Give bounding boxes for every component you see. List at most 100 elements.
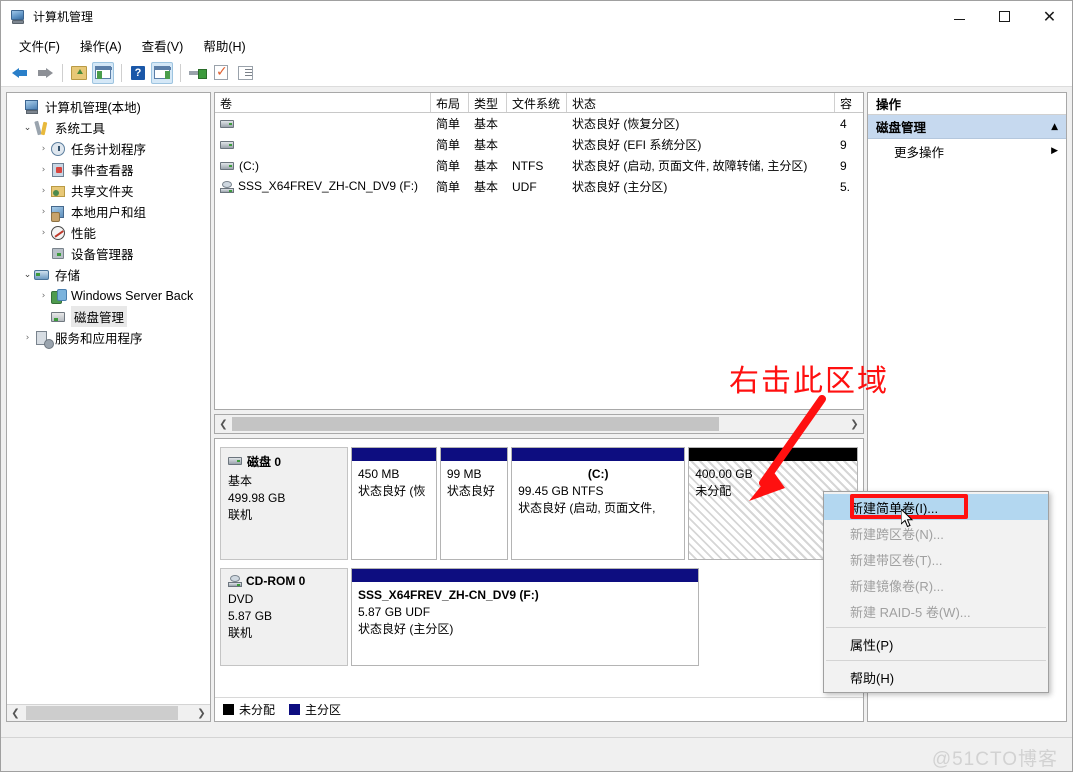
context-menu-separator (826, 660, 1046, 661)
menu-action[interactable]: 操作(A) (70, 33, 132, 58)
actions-group-disk-management[interactable]: 磁盘管理 ▲ (868, 115, 1066, 139)
chevron-right-icon[interactable]: › (37, 165, 50, 175)
tree-item-services-and-applications[interactable]: › 服务和应用程序 (7, 327, 210, 349)
action-label: 更多操作 (894, 145, 945, 160)
scrollbar-track[interactable] (24, 705, 193, 721)
list-view-icon[interactable] (234, 62, 256, 84)
maximize-button[interactable] (982, 1, 1027, 32)
scroll-right-icon[interactable]: ❯ (846, 416, 863, 432)
chevron-right-icon[interactable]: › (37, 186, 50, 196)
context-menu-item-help[interactable]: 帮助(H) (824, 664, 1048, 690)
tree-item-label: 系统工具 (55, 122, 106, 136)
show-console-tree-icon[interactable] (92, 61, 114, 84)
partition-efi[interactable]: 99 MB 状态良好 (439, 447, 509, 560)
tree-item-device-manager[interactable]: 设备管理器 (7, 243, 210, 264)
partition-body: (C:) 99.45 GB NTFS 状态良好 (启动, 页面文件, (512, 461, 684, 559)
cell-status: 状态良好 (恢复分区) (572, 117, 680, 131)
task-scheduler-icon (50, 141, 67, 157)
tree-item-label: Windows Server Back (71, 288, 194, 303)
column-header-type[interactable]: 类型 (469, 93, 507, 112)
hard-disk-icon (220, 161, 235, 172)
column-header-status[interactable]: 状态 (567, 93, 835, 112)
disk-info-cdrom0[interactable]: CD-ROM 0 DVD 5.87 GB 联机 (220, 568, 348, 666)
cell-volume (215, 117, 431, 131)
menu-help[interactable]: 帮助(H) (193, 33, 255, 58)
forward-arrow-icon[interactable] (33, 62, 55, 84)
refresh-check-icon[interactable] (210, 62, 232, 84)
close-button[interactable]: ✕ (1027, 1, 1072, 32)
title-bar: 计算机管理 ✕ (1, 1, 1072, 32)
disk-info-disk0[interactable]: 磁盘 0 基本 499.98 GB 联机 (220, 447, 348, 560)
tree-item-computer-management[interactable]: 计算机管理(本地) (7, 96, 210, 117)
back-arrow-icon[interactable] (9, 62, 31, 84)
partition-recovery[interactable]: 450 MB 状态良好 (恢 (351, 447, 437, 560)
scroll-right-icon[interactable]: ❯ (193, 705, 210, 721)
scrollbar-thumb[interactable] (26, 706, 178, 720)
tree-item-system-tools[interactable]: ⌄ 系统工具 (7, 117, 210, 138)
chevron-right-icon[interactable]: › (21, 333, 34, 343)
local-users-icon (50, 204, 67, 222)
tree-item-label: 本地用户和组 (71, 206, 147, 220)
up-folder-icon[interactable] (68, 62, 90, 84)
console-tree: 计算机管理(本地) ⌄ 系统工具 › 任务计划程序 › 事件查看器 › 共享文件… (7, 93, 210, 703)
column-header-capacity[interactable]: 容 (835, 93, 863, 112)
cell-layout: 简单 (436, 159, 461, 173)
actions-group-label: 磁盘管理 (876, 121, 927, 135)
cd-rom-icon (220, 180, 235, 194)
table-row[interactable]: 简单 基本 状态良好 (恢复分区) 4 (215, 113, 863, 134)
tree-item-disk-management[interactable]: 磁盘管理 (7, 306, 210, 327)
tree-item-label: 设备管理器 (71, 248, 134, 262)
partition-color-bar (440, 448, 508, 461)
partition-color-bar (352, 569, 698, 582)
chevron-right-icon[interactable]: › (37, 207, 50, 217)
chevron-right-icon[interactable]: › (37, 291, 50, 301)
partition-status: 状态良好 (主分区) (358, 622, 454, 636)
column-header-volume[interactable]: 卷 (215, 93, 431, 112)
legend: 未分配 主分区 (215, 697, 863, 721)
help-icon[interactable]: ? (127, 62, 149, 84)
table-row[interactable]: 简单 基本 状态良好 (EFI 系统分区) 9 (215, 134, 863, 155)
tree-item-local-users[interactable]: › 本地用户和组 (7, 201, 210, 222)
actions-pane-header: 操作 (868, 93, 1066, 115)
action-more-actions[interactable]: 更多操作 ▶ (868, 139, 1066, 163)
tree-item-shared-folders[interactable]: › 共享文件夹 (7, 180, 210, 201)
hard-disk-icon (220, 119, 235, 130)
column-header-layout[interactable]: 布局 (431, 93, 469, 112)
show-action-pane-icon[interactable] (151, 61, 173, 84)
tree-item-label: 存储 (55, 269, 81, 283)
chevron-up-icon[interactable]: ▲ (1051, 122, 1058, 132)
scrollbar-thumb[interactable] (232, 417, 719, 431)
legend-label: 主分区 (305, 703, 342, 717)
scroll-left-icon[interactable]: ❮ (215, 416, 232, 432)
disk-status: 联机 (228, 626, 253, 640)
properties-icon[interactable] (186, 62, 208, 84)
tree-horizontal-scrollbar[interactable]: ❮ ❯ (7, 704, 210, 721)
tree-item-event-viewer[interactable]: › 事件查看器 (7, 159, 210, 180)
column-header-filesystem[interactable]: 文件系统 (507, 93, 567, 112)
scroll-left-icon[interactable]: ❮ (7, 705, 24, 721)
context-menu-item-properties[interactable]: 属性(P) (824, 631, 1048, 657)
minimize-button[interactable] (937, 1, 982, 32)
partition-c[interactable]: (C:) 99.45 GB NTFS 状态良好 (启动, 页面文件, (511, 447, 686, 560)
chevron-down-icon[interactable]: ⌄ (21, 123, 34, 133)
menu-view[interactable]: 查看(V) (132, 33, 194, 58)
tree-item-windows-server-backup[interactable]: › Windows Server Back (7, 285, 210, 306)
chevron-down-icon[interactable]: ⌄ (21, 270, 34, 280)
table-row[interactable]: (C:) 简单 基本 NTFS 状态良好 (启动, 页面文件, 故障转储, 主分… (215, 155, 863, 176)
partition-f[interactable]: SSS_X64FREV_ZH-CN_DV9 (F:) 5.87 GB UDF 状… (351, 568, 699, 666)
chevron-right-icon: ▶ (1051, 146, 1058, 156)
chevron-right-icon[interactable]: › (37, 144, 50, 154)
computer-management-icon (10, 9, 26, 25)
cell-status: 状态良好 (主分区) (572, 180, 668, 194)
tree-item-storage[interactable]: ⌄ 存储 (7, 264, 210, 285)
toolbar-separator (180, 63, 181, 82)
tree-item-label: 磁盘管理 (71, 306, 128, 327)
table-row[interactable]: SSS_X64FREV_ZH-CN_DV9 (F:) 简单 基本 UDF 状态良… (215, 176, 863, 197)
storage-icon (34, 267, 51, 283)
tree-item-performance[interactable]: › 性能 (7, 222, 210, 243)
tree-item-label: 性能 (71, 227, 97, 241)
menu-file[interactable]: 文件(F) (9, 33, 70, 58)
chevron-right-icon[interactable]: › (37, 228, 50, 238)
tree-item-task-scheduler[interactable]: › 任务计划程序 (7, 138, 210, 159)
services-icon (34, 330, 54, 349)
